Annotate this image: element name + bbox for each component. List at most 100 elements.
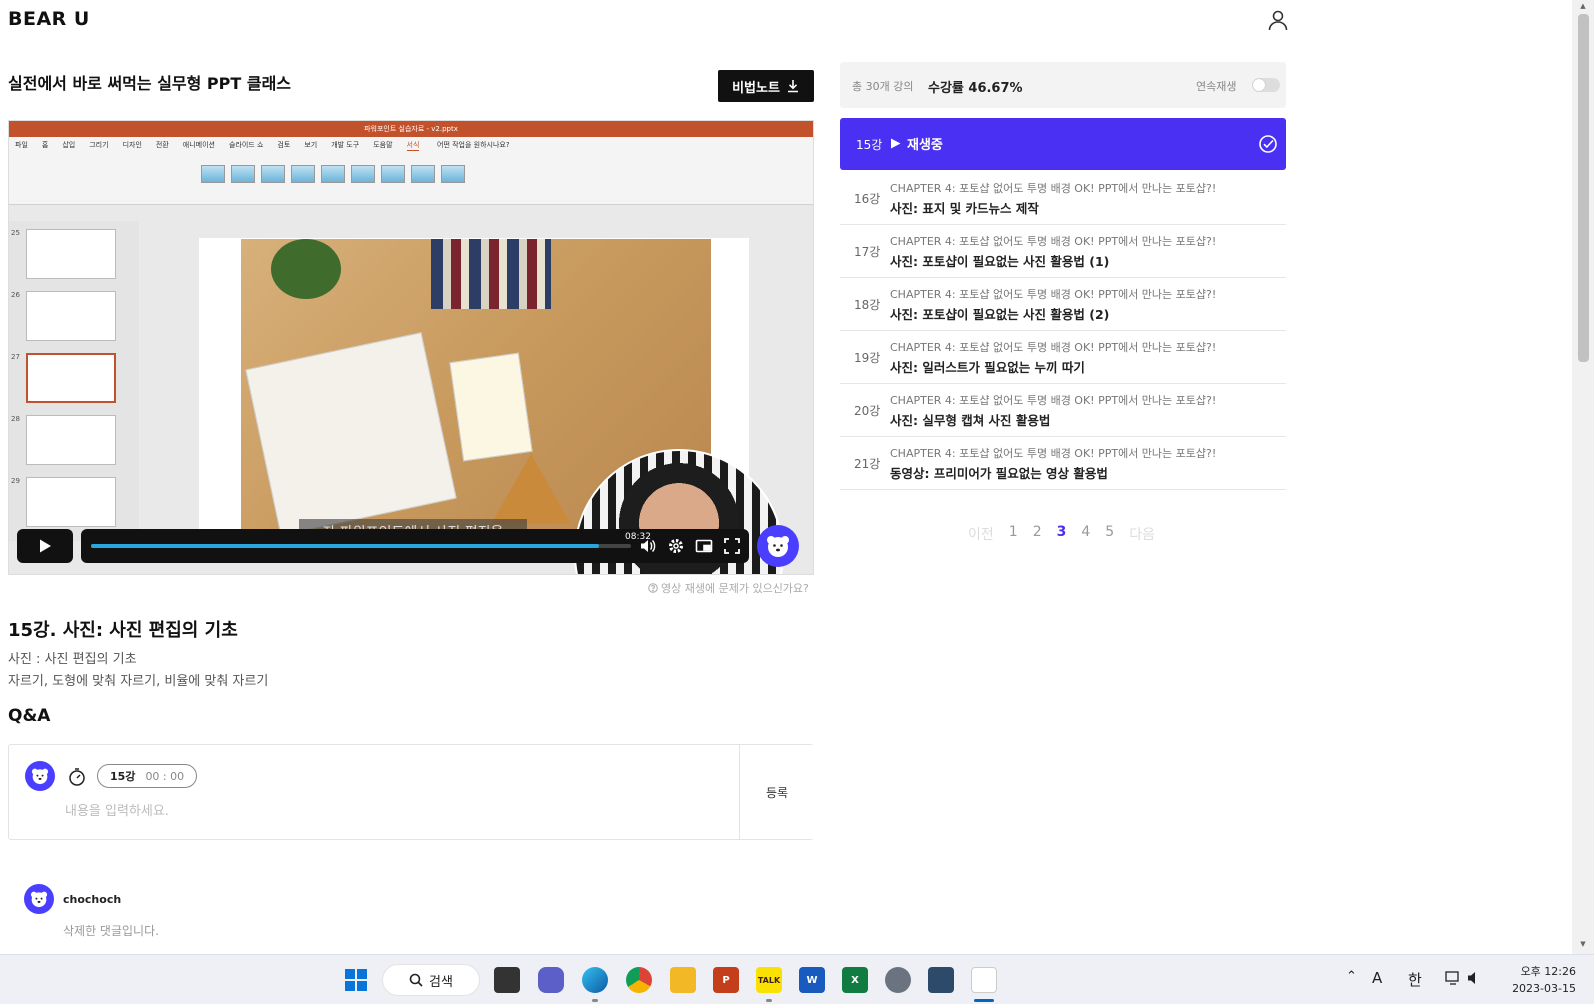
task-view-icon[interactable] bbox=[494, 967, 520, 993]
pagination-next[interactable]: 다음 bbox=[1129, 524, 1155, 544]
excel-icon[interactable]: X bbox=[842, 967, 868, 993]
fullscreen-icon[interactable] bbox=[723, 537, 741, 555]
pagination-page[interactable]: 5 bbox=[1105, 524, 1114, 544]
course-progress-panel: 총 30개 강의 수강률 46.67% 연속재생 bbox=[840, 62, 1286, 108]
lecture-item-title: 사진: 포토샵이 필요없는 사진 활용법 (2) bbox=[890, 307, 1110, 322]
taskbar-search[interactable]: 검색 bbox=[382, 964, 480, 996]
lecture-item-title: 사진: 일러스트가 필요없는 누끼 따기 bbox=[890, 360, 1085, 375]
slide-thumbnail bbox=[26, 229, 116, 279]
ppt-tab: 그리기 bbox=[89, 141, 109, 149]
tray-overflow-chevron-icon[interactable]: ⌃ bbox=[1346, 969, 1357, 984]
ppt-tab: 디자인 bbox=[122, 141, 142, 149]
slide-number: 27 bbox=[11, 353, 20, 361]
pagination-page[interactable]: 3 bbox=[1057, 524, 1067, 544]
pagination-prev[interactable]: 이전 bbox=[968, 524, 994, 544]
pagination-page[interactable]: 2 bbox=[1033, 524, 1042, 544]
ppt-window-title: 파워포인트 실습자료 - v2.pptx bbox=[9, 121, 813, 137]
slide-thumbnail bbox=[26, 353, 116, 403]
kakaotalk-icon[interactable]: TALK bbox=[756, 967, 782, 993]
total-lectures: 총 30개 강의 bbox=[852, 80, 914, 93]
taskbar-search-label: 검색 bbox=[429, 974, 453, 990]
clock-date: 2023-03-15 bbox=[1512, 982, 1576, 995]
autoplay-toggle[interactable] bbox=[1252, 78, 1280, 92]
ppt-tabs: 파일 홈 삽입 그리기 디자인 전환 애니메이션 슬라이드 쇼 검토 보기 개발 도구 도움말 서식 bbox=[15, 140, 420, 151]
comment-username: chochoch bbox=[63, 893, 122, 906]
lecture-description-1: 사진 : 사진 편집의 기초 bbox=[8, 652, 137, 667]
lecture-item[interactable]: 20강 CHAPTER 4: 포토샵 없어도 투명 배경 OK! PPT에서 만나… bbox=[840, 384, 1286, 437]
completion-rate: 수강률 46.67% bbox=[928, 81, 1023, 96]
snipping-tool-icon[interactable] bbox=[971, 967, 997, 993]
lecture-list: 16강 CHAPTER 4: 포토샵 없어도 투명 배경 OK! PPT에서 만나… bbox=[840, 172, 1286, 490]
lecture-number: 19강 bbox=[854, 351, 881, 365]
teams-chat-icon[interactable] bbox=[538, 967, 564, 993]
download-icon bbox=[787, 80, 798, 93]
ppt-tab: 애니메이션 bbox=[182, 141, 215, 149]
ppt-picture-styles bbox=[201, 165, 465, 183]
qa-submit-button[interactable]: 등록 bbox=[740, 745, 814, 839]
network-icon[interactable] bbox=[1444, 969, 1462, 987]
page-scrollbar[interactable]: ▲ ▼ bbox=[1572, 0, 1594, 954]
lecture-item[interactable]: 16강 CHAPTER 4: 포토샵 없어도 투명 배경 OK! PPT에서 만나… bbox=[840, 172, 1286, 225]
progress-fill bbox=[91, 544, 599, 548]
progress-bar[interactable]: 08:32 bbox=[91, 530, 655, 548]
settings-icon[interactable] bbox=[885, 967, 911, 993]
lecture-item[interactable]: 21강 CHAPTER 4: 포토샵 없어도 투명 배경 OK! PPT에서 만나… bbox=[840, 437, 1286, 490]
lecture-chapter: CHAPTER 4: 포토샵 없어도 투명 배경 OK! PPT에서 만나는 포… bbox=[890, 182, 1217, 195]
word-icon[interactable]: W bbox=[799, 967, 825, 993]
lecture-item[interactable]: 17강 CHAPTER 4: 포토샵 없어도 투명 배경 OK! PPT에서 만나… bbox=[840, 225, 1286, 278]
taskbar: 검색 P TALK W X ⌃ A 한 오후 12:26 2023-03-15 bbox=[0, 954, 1594, 1004]
video-player[interactable]: 파워포인트 실습자료 - v2.pptx 파일 홈 삽입 그리기 디자인 전환 애니메이션 슬… bbox=[8, 120, 814, 575]
powerpoint-icon[interactable]: P bbox=[713, 967, 739, 993]
lecture-item[interactable]: 19강 CHAPTER 4: 포토샵 없어도 투명 배경 OK! PPT에서 만나… bbox=[840, 331, 1286, 384]
pagination-page[interactable]: 1 bbox=[1009, 524, 1018, 544]
user-icon[interactable] bbox=[1266, 8, 1290, 32]
scroll-down-arrow[interactable]: ▼ bbox=[1578, 940, 1588, 950]
play-button[interactable] bbox=[17, 529, 73, 563]
ppt-tab: 삽입 bbox=[62, 141, 76, 149]
ppt-slide-thumbnails: 25 26 27 28 29 bbox=[9, 221, 139, 541]
playback-help-link[interactable]: 영상 재생에 문제가 있으신가요? bbox=[648, 580, 809, 596]
ppt-tab: 개발 도구 bbox=[331, 141, 360, 149]
ime-han-indicator[interactable]: 한 bbox=[1408, 969, 1422, 990]
windows-start-icon[interactable] bbox=[343, 967, 369, 993]
pagination-page[interactable]: 4 bbox=[1081, 524, 1090, 544]
secret-note-download-button[interactable]: 비법노트 bbox=[718, 70, 814, 102]
stopwatch-icon[interactable] bbox=[67, 767, 87, 787]
secret-note-label: 비법노트 bbox=[732, 80, 780, 96]
volume-icon[interactable] bbox=[639, 537, 657, 555]
qa-compose-box: 15강 00 : 00 등록 bbox=[8, 744, 814, 840]
ppt-search: 어떤 작업을 원하시나요? bbox=[437, 141, 510, 149]
lecture-title: 15강. 사진: 사진 편집의 기초 bbox=[8, 620, 238, 641]
lecture-item-title: 동영상: 프리미어가 필요없는 영상 활용법 bbox=[890, 466, 1108, 481]
taskbar-clock[interactable]: 오후 12:26 2023-03-15 bbox=[1512, 963, 1576, 997]
lecture-chapter: CHAPTER 4: 포토샵 없어도 투명 배경 OK! PPT에서 만나는 포… bbox=[890, 235, 1217, 248]
lecture-item[interactable]: 18강 CHAPTER 4: 포토샵 없어도 투명 배경 OK! PPT에서 만나… bbox=[840, 278, 1286, 331]
scroll-thumb[interactable] bbox=[1578, 14, 1589, 362]
playback-help-text: 영상 재생에 문제가 있으신가요? bbox=[661, 582, 809, 595]
lecture-chapter: CHAPTER 4: 포토샵 없어도 투명 배경 OK! PPT에서 만나는 포… bbox=[890, 394, 1217, 407]
play-icon bbox=[40, 539, 51, 553]
logo[interactable]: BEAR U bbox=[8, 8, 90, 30]
volume-icon[interactable] bbox=[1466, 969, 1484, 987]
timestamp-pill[interactable]: 15강 00 : 00 bbox=[97, 764, 198, 788]
scroll-up-arrow[interactable]: ▲ bbox=[1578, 2, 1588, 12]
picture-in-picture-icon[interactable] bbox=[695, 537, 713, 555]
control-bar: 08:32 bbox=[81, 529, 749, 563]
lecture-number: 20강 bbox=[854, 404, 881, 418]
edge-browser-icon[interactable] bbox=[582, 967, 608, 993]
file-explorer-icon[interactable] bbox=[670, 967, 696, 993]
lecture-item-now-playing[interactable]: 15강 재생중 bbox=[840, 118, 1286, 170]
autoplay-label: 연속재생 bbox=[1196, 80, 1237, 93]
gear-icon[interactable] bbox=[667, 537, 685, 555]
bear-icon bbox=[30, 891, 48, 908]
virtualbox-icon[interactable] bbox=[928, 967, 954, 993]
chrome-browser-icon[interactable] bbox=[626, 967, 652, 993]
ime-a-indicator[interactable]: A bbox=[1372, 969, 1382, 987]
bear-icon bbox=[767, 536, 789, 557]
ppt-tab: 파일 bbox=[15, 141, 28, 149]
qa-content-input[interactable] bbox=[65, 799, 665, 823]
lecture-number: 16강 bbox=[854, 192, 881, 206]
page: BEAR U 실전에서 바로 써먹는 실무형 PPT 클래스 비법노트 파워포인… bbox=[0, 0, 1594, 1004]
ppt-tab: 검토 bbox=[277, 141, 291, 149]
course-title: 실전에서 바로 써먹는 실무형 PPT 클래스 bbox=[8, 74, 292, 93]
